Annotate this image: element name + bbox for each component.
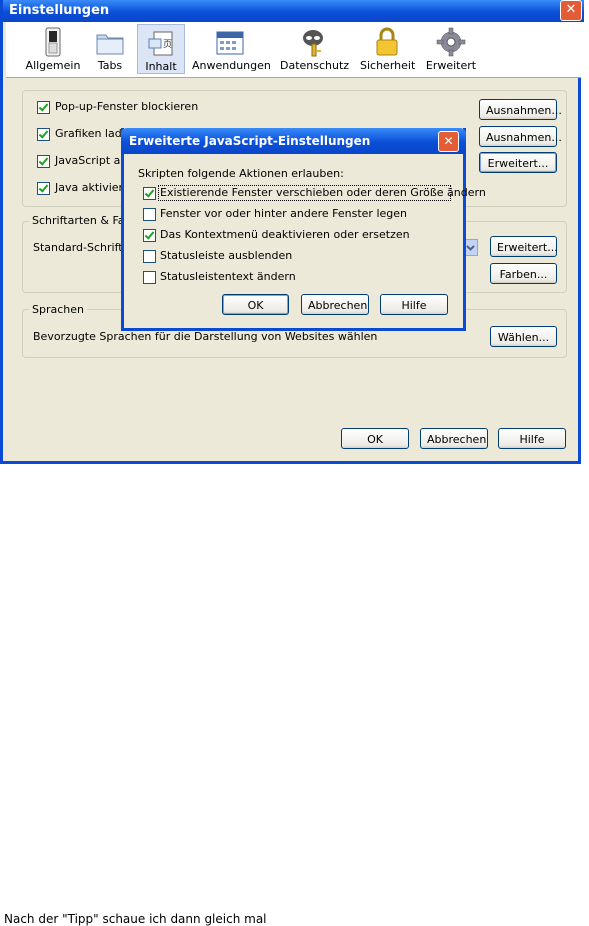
dialog-ok-button[interactable]: OK — [222, 294, 289, 315]
mask-key-icon — [303, 30, 323, 57]
tab-erweitert-label: Erweitert — [425, 59, 477, 72]
tab-datenschutz-label: Datenschutz — [280, 59, 350, 72]
option-raise-lower-label: Fenster vor oder hinter andere Fenster l… — [160, 207, 408, 220]
cancel-button[interactable]: Abbrechen — [420, 428, 488, 449]
dialog-title: Erweiterte JavaScript-Einstellungen — [129, 134, 371, 148]
dialog-cancel-button[interactable]: Abbrechen — [301, 294, 369, 315]
ausnahmen-popup-button[interactable]: Ausnahmen... — [479, 99, 562, 120]
option-context-menu-label: Das Kontextmenü deaktivieren oder ersetz… — [160, 228, 410, 241]
languages-description: Bevorzugte Sprachen für die Darstellung … — [33, 330, 378, 343]
focus-indicator — [158, 185, 451, 201]
farben-button[interactable]: Farben... — [490, 263, 557, 284]
background-page-right — [581, 0, 589, 471]
tab-anwendungen-label: Anwendungen — [192, 59, 271, 72]
option-hide-statusbar-checkbox[interactable] — [143, 250, 156, 263]
option-status-text-label: Statusleistentext ändern — [160, 270, 296, 283]
dialog-close-button[interactable]: ✕ — [438, 131, 459, 152]
option-status-text-checkbox[interactable] — [143, 271, 156, 284]
tab-tabs[interactable]: Tabs — [88, 24, 132, 74]
languages-group-label: Sprachen — [29, 303, 87, 316]
titlebar[interactable]: Einstellungen ✕ — [3, 0, 584, 22]
tab-datenschutz[interactable]: Datenschutz — [280, 24, 350, 74]
tab-sicherheit-label: Sicherheit — [360, 59, 416, 72]
waehlen-button[interactable]: Wählen... — [490, 326, 557, 347]
tab-inhalt-label: Inhalt — [145, 60, 177, 73]
tab-allgemein[interactable]: Allgemein — [24, 24, 82, 74]
background-text: Nach der "Tipp" schaue ich dann gleich m… — [4, 912, 267, 926]
tab-inhalt[interactable]: 页 Inhalt — [137, 24, 185, 74]
window-title: Einstellungen — [9, 3, 110, 18]
option-raise-lower-checkbox[interactable] — [143, 208, 156, 221]
dialog-intro: Skripten folgende Aktionen erlauben: — [138, 167, 344, 180]
settings-toolbar: Allgemein Tabs 页 Inhalt Anwendungen Date… — [6, 22, 581, 78]
padlock-icon — [376, 27, 398, 56]
popup-label: Pop-up-Fenster blockieren — [55, 100, 199, 113]
javascript-settings-dialog: Erweiterte JavaScript-Einstellungen ✕ Sk… — [121, 128, 486, 331]
javascript-checkbox[interactable] — [37, 155, 50, 168]
ausnahmen-images-button[interactable]: Ausnahmen... — [479, 126, 562, 147]
svg-text:页: 页 — [163, 39, 172, 50]
popup-checkbox[interactable] — [37, 101, 50, 114]
option-move-resize-checkbox[interactable] — [143, 187, 156, 200]
calendar-icon — [216, 31, 244, 55]
gear-icon — [436, 27, 466, 57]
ok-button[interactable]: OK — [341, 428, 409, 449]
javascript-erweitert-button[interactable]: Erweitert... — [479, 152, 557, 173]
tab-tabs-label: Tabs — [97, 59, 123, 72]
help-button[interactable]: Hilfe — [498, 428, 566, 449]
tab-sicherheit[interactable]: Sicherheit — [360, 24, 416, 74]
dialog-titlebar[interactable]: Erweiterte JavaScript-Einstellungen ✕ — [121, 128, 466, 154]
dialog-help-button[interactable]: Hilfe — [380, 294, 448, 315]
option-context-menu-checkbox[interactable] — [143, 229, 156, 242]
switch-icon — [45, 27, 61, 57]
option-hide-statusbar-label: Statusleiste ausblenden — [160, 249, 293, 262]
folder-tabs-icon — [96, 34, 124, 55]
document-icon: 页 — [148, 31, 173, 56]
tab-anwendungen[interactable]: Anwendungen — [192, 24, 271, 74]
fonts-erweitert-button[interactable]: Erweitert... — [490, 236, 558, 257]
window-close-button[interactable]: ✕ — [560, 0, 582, 21]
images-checkbox[interactable] — [37, 128, 50, 141]
java-checkbox[interactable] — [37, 182, 50, 195]
tab-erweitert[interactable]: Erweitert — [423, 24, 479, 74]
tab-allgemein-label: Allgemein — [25, 59, 81, 72]
